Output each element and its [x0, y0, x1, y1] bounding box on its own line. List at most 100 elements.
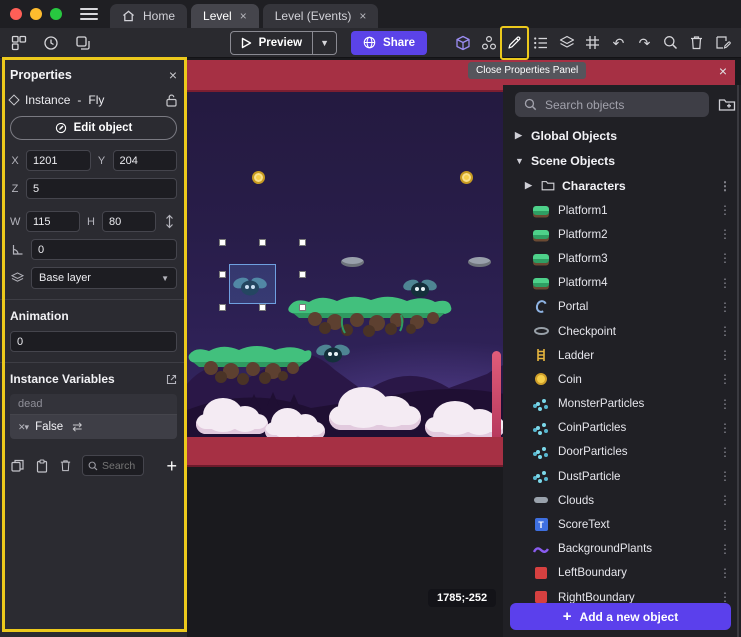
platform-instance[interactable]	[283, 293, 455, 341]
resize-handle[interactable]	[219, 239, 226, 246]
kebab-menu-icon[interactable]: ⋮	[719, 469, 729, 483]
kebab-menu-icon[interactable]: ⋮	[719, 324, 729, 338]
kebab-menu-icon[interactable]: ⋮	[719, 493, 729, 507]
animation-input[interactable]	[10, 331, 177, 352]
tab-level-events[interactable]: Level (Events) ×	[263, 4, 379, 28]
open-variables-editor-button[interactable]	[166, 374, 177, 385]
object-list-item[interactable]: Platform3 ⋮	[503, 246, 741, 270]
object-list-item[interactable]: DustParticle ⋮	[503, 464, 741, 488]
edit-events-button[interactable]	[713, 32, 732, 54]
variable-row[interactable]: dead ✕▾ False ⇄	[10, 394, 177, 439]
paste-button[interactable]	[34, 458, 49, 473]
object-list-item[interactable]: CoinParticles ⋮	[503, 416, 741, 440]
add-variable-button[interactable]: +	[166, 457, 177, 475]
object-list-item[interactable]: ScoreText ⋮	[503, 512, 741, 536]
kebab-menu-icon[interactable]: ⋮	[719, 179, 729, 193]
object-list-item[interactable]: DoorParticles ⋮	[503, 440, 741, 464]
close-properties-icon[interactable]: ×	[169, 67, 177, 83]
main-menu-icon[interactable]	[80, 0, 98, 28]
kebab-menu-icon[interactable]: ⋮	[719, 590, 729, 604]
resize-handle[interactable]	[259, 304, 266, 311]
variables-search-box[interactable]	[82, 455, 144, 476]
resize-handle[interactable]	[219, 304, 226, 311]
object-list-item[interactable]: Ladder ⋮	[503, 343, 741, 367]
y-input[interactable]	[113, 150, 178, 171]
object-list-item[interactable]: MonsterParticles ⋮	[503, 392, 741, 416]
object-list-item[interactable]: Platform2 ⋮	[503, 222, 741, 246]
kebab-menu-icon[interactable]: ⋮	[719, 251, 729, 265]
kebab-menu-icon[interactable]: ⋮	[719, 300, 729, 314]
global-objects-group[interactable]: ▶ Global Objects	[503, 123, 741, 148]
z-input[interactable]	[26, 178, 177, 199]
close-tab-icon[interactable]: ×	[240, 9, 247, 23]
object-groups-button[interactable]	[479, 32, 498, 54]
object-list-item[interactable]: Checkpoint ⋮	[503, 319, 741, 343]
delete-button[interactable]	[687, 32, 706, 54]
layers-panel-button[interactable]	[557, 32, 576, 54]
resize-handle[interactable]	[219, 271, 226, 278]
toggle-objects-panel-button[interactable]	[453, 32, 472, 54]
delete-variable-button[interactable]	[58, 458, 73, 473]
kebab-menu-icon[interactable]: ⋮	[719, 421, 729, 435]
fly-instance[interactable]	[315, 342, 351, 364]
checkpoint-instance[interactable]	[468, 257, 491, 267]
kebab-menu-icon[interactable]: ⋮	[719, 518, 729, 532]
kebab-menu-icon[interactable]: ⋮	[719, 203, 729, 217]
platform-instance[interactable]	[187, 342, 313, 388]
coin-instance[interactable]	[460, 171, 473, 184]
angle-input[interactable]	[31, 239, 177, 260]
add-folder-button[interactable]	[718, 97, 736, 112]
kebab-menu-icon[interactable]: ⋮	[719, 276, 729, 290]
object-list-item[interactable]: Portal ⋮	[503, 295, 741, 319]
object-list-item[interactable]: Platform4 ⋮	[503, 271, 741, 295]
close-tab-icon[interactable]: ×	[359, 9, 366, 23]
characters-folder[interactable]: ▶ Characters ⋮	[503, 173, 741, 198]
variables-search-input[interactable]	[102, 460, 136, 472]
close-window-button[interactable]	[10, 8, 22, 20]
zoom-button[interactable]	[661, 32, 680, 54]
edit-object-button[interactable]: Edit object	[10, 116, 177, 140]
object-list-item[interactable]: Platform1 ⋮	[503, 198, 741, 222]
redo-button[interactable]: ↷	[635, 32, 654, 54]
grid-settings-button[interactable]	[583, 32, 602, 54]
fly-instance[interactable]	[402, 277, 438, 299]
kebab-menu-icon[interactable]: ⋮	[719, 397, 729, 411]
toggle-value-icon[interactable]: ⇄	[72, 420, 82, 434]
kebab-menu-icon[interactable]: ⋮	[719, 566, 729, 580]
preview-button[interactable]: Preview ▼	[230, 31, 337, 55]
resize-handle[interactable]	[299, 239, 306, 246]
history-button[interactable]	[41, 32, 61, 54]
toggle-properties-panel-button[interactable]	[505, 32, 524, 54]
kebab-menu-icon[interactable]: ⋮	[719, 542, 729, 556]
add-new-object-button[interactable]: + Add a new object	[510, 603, 731, 630]
variable-value[interactable]: False	[35, 421, 63, 433]
kebab-menu-icon[interactable]: ⋮	[719, 227, 729, 241]
height-input[interactable]	[102, 211, 156, 232]
preview-dropdown-button[interactable]: ▼	[312, 32, 336, 54]
copy-button[interactable]	[10, 458, 25, 473]
close-panel-button[interactable]: ×	[714, 62, 732, 80]
selection-handles[interactable]	[222, 242, 303, 308]
x-input[interactable]	[26, 150, 91, 171]
object-list-item[interactable]: BackgroundPlants ⋮	[503, 537, 741, 561]
checkpoint-instance[interactable]	[341, 257, 364, 267]
resize-handle[interactable]	[299, 304, 306, 311]
minimize-window-button[interactable]	[30, 8, 42, 20]
project-manager-button[interactable]	[9, 32, 29, 54]
kebab-menu-icon[interactable]: ⋮	[719, 348, 729, 362]
tab-level[interactable]: Level ×	[191, 4, 259, 28]
kebab-menu-icon[interactable]: ⋮	[719, 445, 729, 459]
instance-properties-button[interactable]	[531, 32, 550, 54]
scene-objects-group[interactable]: ▼ Scene Objects	[503, 148, 741, 173]
width-input[interactable]	[26, 211, 80, 232]
kebab-menu-icon[interactable]: ⋮	[719, 372, 729, 386]
lock-instance-button[interactable]	[166, 94, 177, 107]
variable-type-icon[interactable]: ✕▾	[18, 422, 28, 433]
undo-button[interactable]: ↶	[609, 32, 628, 54]
zoom-window-button[interactable]	[50, 8, 62, 20]
object-list-item[interactable]: Clouds ⋮	[503, 488, 741, 512]
lock-aspect-ratio-button[interactable]	[162, 214, 177, 229]
resources-button[interactable]	[73, 32, 93, 54]
objects-search-box[interactable]	[515, 92, 709, 117]
resize-handle[interactable]	[259, 239, 266, 246]
